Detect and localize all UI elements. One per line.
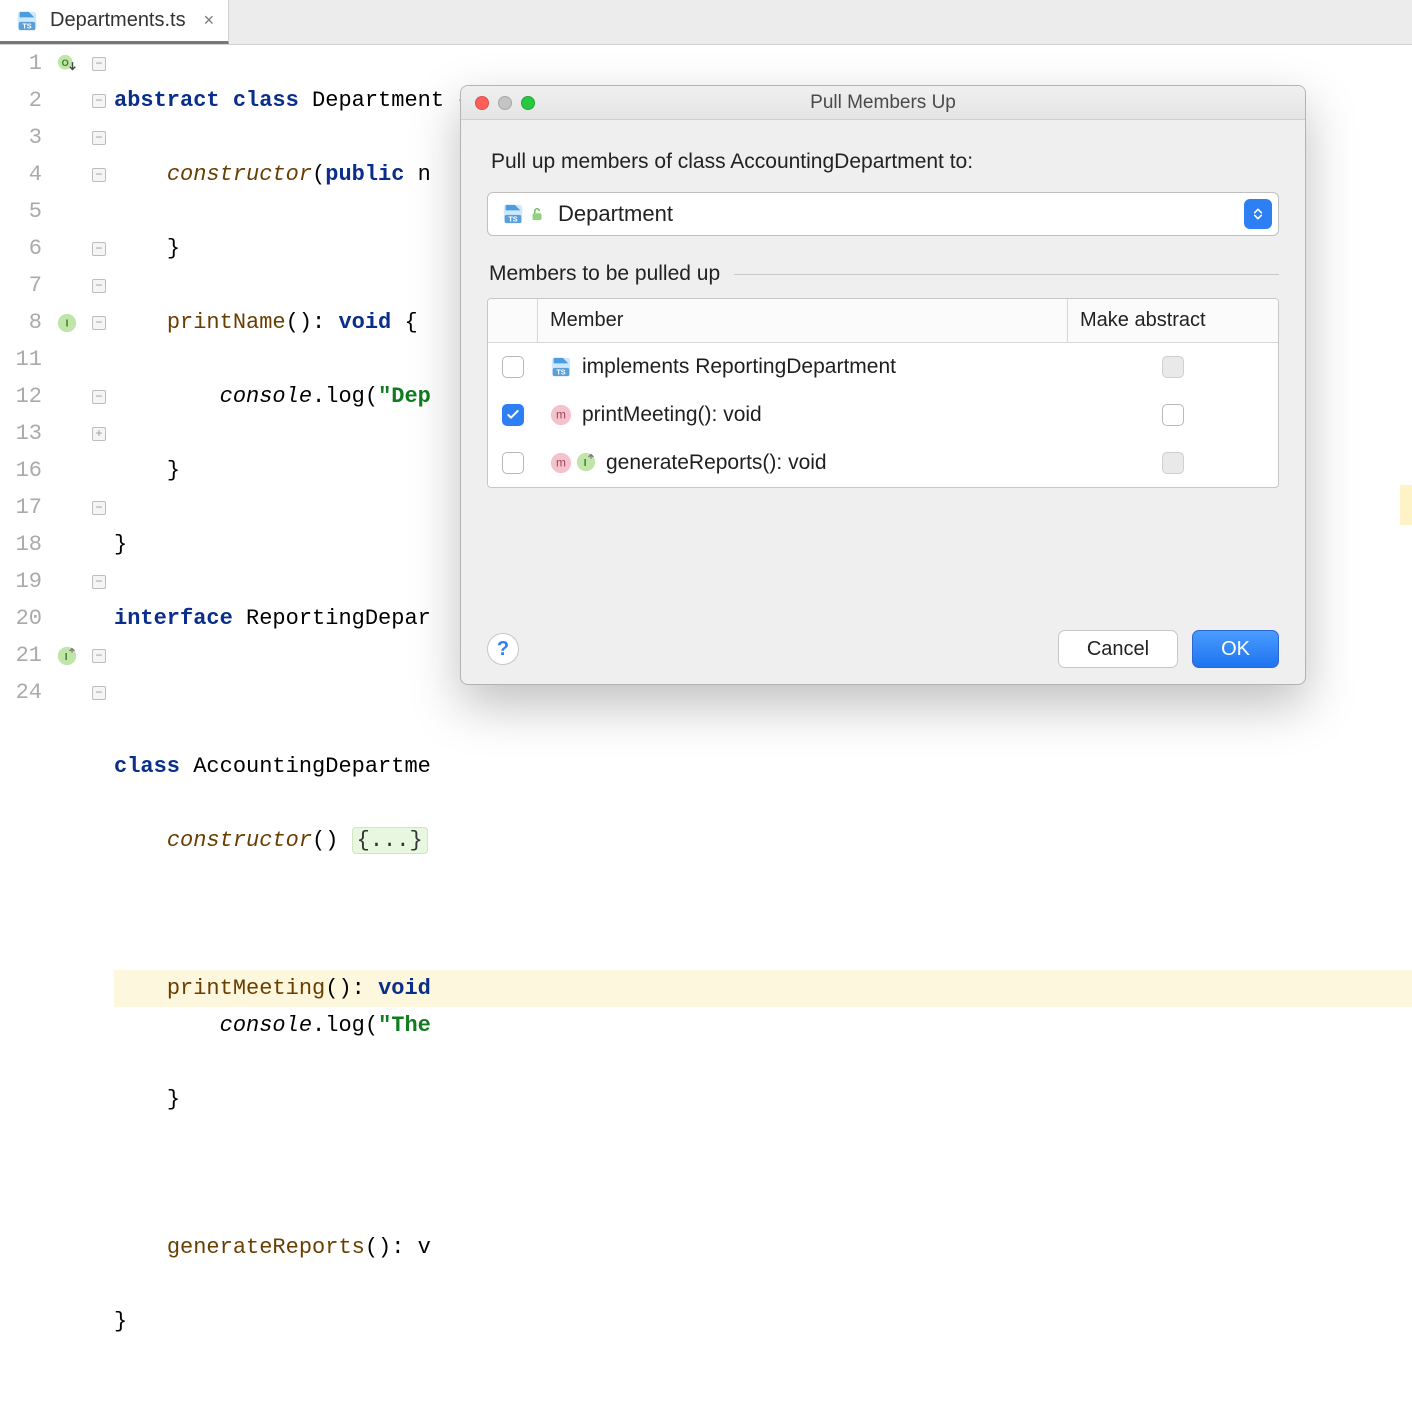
- line-number: 3: [0, 119, 42, 156]
- code-line: constructor() {...}: [114, 822, 1412, 859]
- code-line: }: [114, 1081, 1412, 1118]
- table-row: generateReports(): void: [488, 439, 1278, 487]
- table-row: printMeeting(): void: [488, 391, 1278, 439]
- ts-file-icon: [502, 203, 524, 225]
- member-label: implements ReportingDepartment: [582, 355, 896, 379]
- close-icon[interactable]: ×: [204, 10, 215, 31]
- tab-departments[interactable]: Departments.ts ×: [0, 0, 229, 44]
- line-number: 8: [0, 304, 42, 341]
- members-table: Member Make abstract implements Reportin…: [487, 298, 1279, 488]
- code-line: [114, 896, 1412, 933]
- fold-toggle[interactable]: −: [92, 390, 106, 404]
- line-number: 16: [0, 452, 42, 489]
- fold-toggle[interactable]: −: [92, 242, 106, 256]
- abstract-checkbox[interactable]: [1162, 404, 1184, 426]
- line-number: 7: [0, 267, 42, 304]
- ok-button[interactable]: OK: [1192, 630, 1279, 668]
- fold-toggle[interactable]: +: [92, 427, 106, 441]
- line-number: 5: [0, 193, 42, 230]
- col-checkbox: [488, 299, 538, 342]
- fold-toggle[interactable]: −: [92, 316, 106, 330]
- line-number: 19: [0, 563, 42, 600]
- code-line: }: [114, 1303, 1412, 1340]
- line-number: 2: [0, 82, 42, 119]
- interface-up-icon[interactable]: [56, 645, 78, 667]
- fold-toggle[interactable]: −: [92, 94, 106, 108]
- section-header: Members to be pulled up: [489, 262, 1279, 286]
- cancel-button[interactable]: Cancel: [1058, 630, 1178, 668]
- fold-column: − − − − − − − − + − − − −: [90, 45, 110, 750]
- line-number: 4: [0, 156, 42, 193]
- fold-toggle[interactable]: −: [92, 501, 106, 515]
- line-number: 13: [0, 415, 42, 452]
- row-checkbox[interactable]: [502, 356, 524, 378]
- interface-up-icon: [576, 452, 596, 472]
- col-member: Member: [538, 299, 1068, 342]
- code-line: [114, 1155, 1412, 1192]
- line-number: 24: [0, 674, 42, 711]
- row-checkbox[interactable]: [502, 452, 524, 474]
- abstract-checkbox: [1162, 356, 1184, 378]
- ts-file-icon: [550, 356, 572, 378]
- target-class-select[interactable]: Department: [487, 192, 1279, 236]
- ts-file-icon: [14, 8, 40, 34]
- section-label: Members to be pulled up: [489, 262, 720, 286]
- line-number: 18: [0, 526, 42, 563]
- editor-tabs: Departments.ts ×: [0, 0, 1412, 45]
- divider: [734, 274, 1279, 275]
- line-gutter: 1 2 3 4 5 6 7 8 11 12 13 16 17 18 19 20 …: [0, 45, 50, 750]
- line-number: 6: [0, 230, 42, 267]
- code-line-highlighted: printMeeting(): void: [114, 970, 1412, 1007]
- member-label: printMeeting(): void: [582, 403, 762, 427]
- line-number: 11: [0, 341, 42, 378]
- table-header: Member Make abstract: [488, 299, 1278, 343]
- line-number: 20: [0, 600, 42, 637]
- chevron-updown-icon[interactable]: [1244, 199, 1272, 229]
- code-line: class AccountingDepartme: [114, 748, 1412, 785]
- fold-toggle[interactable]: −: [92, 168, 106, 182]
- method-icon: [550, 404, 572, 426]
- unlock-icon: [528, 205, 546, 223]
- fold-toggle[interactable]: −: [92, 649, 106, 663]
- line-number: 21: [0, 637, 42, 674]
- tab-filename: Departments.ts: [50, 9, 186, 32]
- line-number: 1: [0, 45, 42, 82]
- code-line: console.log("The: [114, 1007, 1412, 1044]
- marker-bar: [1398, 45, 1412, 750]
- abstract-checkbox: [1162, 452, 1184, 474]
- help-button[interactable]: ?: [487, 633, 519, 665]
- method-icon: [550, 452, 572, 474]
- row-checkbox[interactable]: [502, 404, 524, 426]
- fold-toggle[interactable]: −: [92, 131, 106, 145]
- interface-icon[interactable]: [56, 312, 78, 334]
- select-value: Department: [558, 201, 1232, 227]
- dialog-titlebar[interactable]: Pull Members Up: [461, 86, 1305, 120]
- fold-toggle[interactable]: −: [92, 575, 106, 589]
- code-line: generateReports(): v: [114, 1229, 1412, 1266]
- col-abstract: Make abstract: [1068, 299, 1278, 342]
- table-row: implements ReportingDepartment: [488, 343, 1278, 391]
- dialog-title: Pull Members Up: [461, 92, 1305, 114]
- dialog-prompt: Pull up members of class AccountingDepar…: [491, 150, 1279, 174]
- member-label: generateReports(): void: [606, 451, 827, 475]
- fold-toggle[interactable]: −: [92, 686, 106, 700]
- fold-toggle[interactable]: −: [92, 279, 106, 293]
- pull-members-up-dialog: Pull Members Up Pull up members of class…: [460, 85, 1306, 685]
- line-number: 17: [0, 489, 42, 526]
- fold-toggle[interactable]: −: [92, 57, 106, 71]
- gutter-markers: [50, 45, 90, 750]
- override-down-icon[interactable]: [56, 53, 78, 75]
- line-number: 12: [0, 378, 42, 415]
- warning-marker[interactable]: [1400, 485, 1412, 525]
